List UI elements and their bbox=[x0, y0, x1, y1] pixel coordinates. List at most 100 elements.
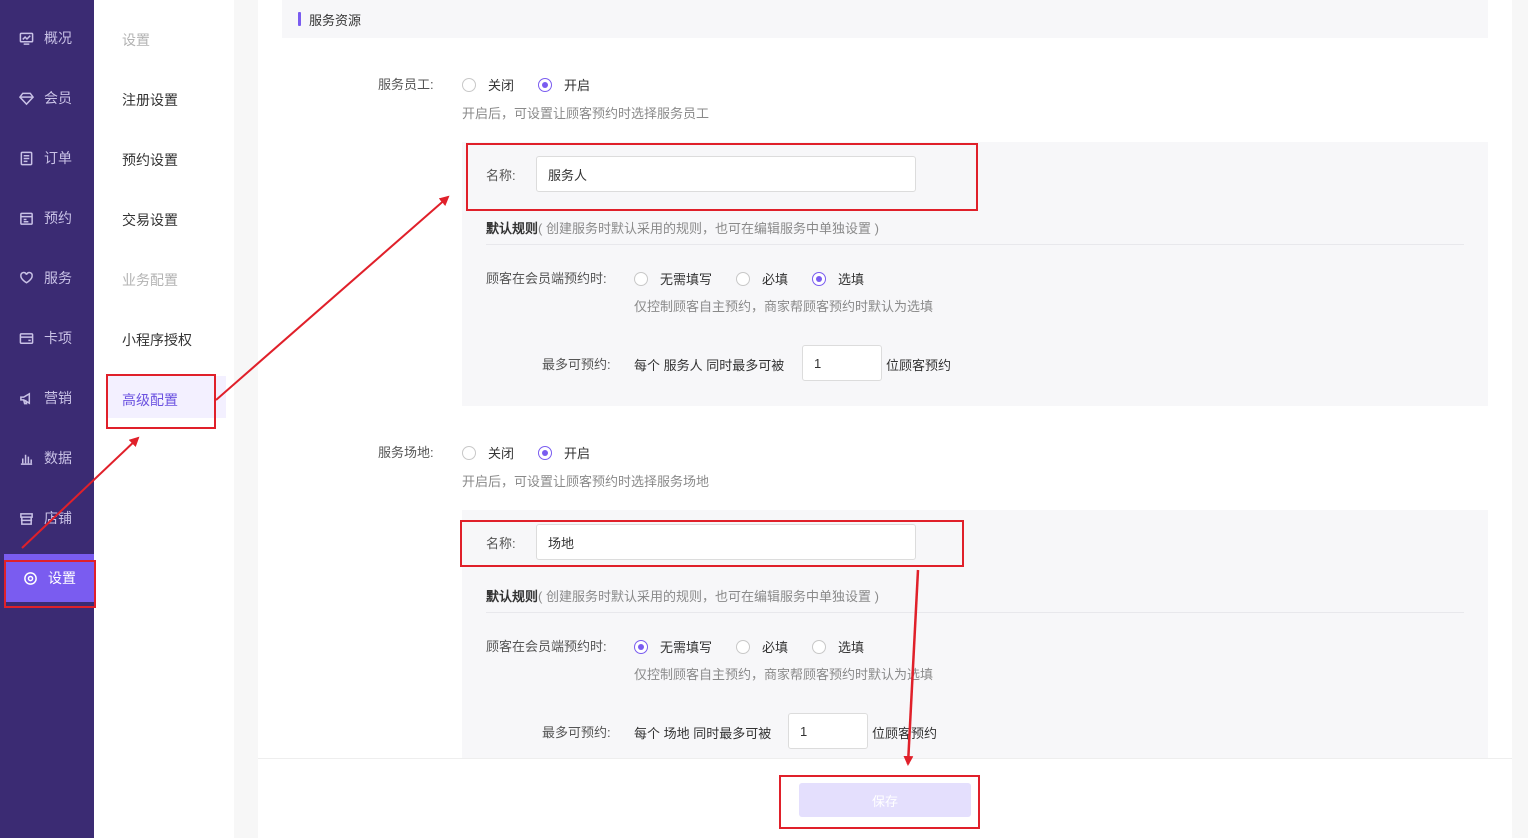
venue-max-label: 最多可预约: bbox=[542, 725, 611, 740]
staff-max-prefix: 每个 服务人 同时最多可被 bbox=[634, 358, 785, 373]
save-button[interactable]: 保存 bbox=[799, 783, 971, 817]
rule-title-text: 默认规则 bbox=[486, 221, 539, 236]
nav-item-members[interactable]: 会员 bbox=[0, 74, 94, 122]
venue-max-prefix: 每个 场地 同时最多可被 bbox=[634, 726, 772, 741]
venue-radio-off[interactable]: 关闭 bbox=[462, 443, 514, 462]
primary-sidebar: 概况 会员 订单 预约 服务 卡项 营销 数据 店铺 设置 bbox=[0, 0, 94, 838]
venue-name-input[interactable] bbox=[536, 524, 916, 560]
nav-label: 设置 bbox=[48, 570, 76, 586]
radio-dot bbox=[736, 271, 751, 286]
subnav-item-advanced[interactable]: 高级配置 bbox=[122, 390, 178, 410]
subnav-item-miniprogram-auth[interactable]: 小程序授权 bbox=[122, 330, 192, 350]
subnav-group-settings: 设置 bbox=[122, 32, 150, 48]
staff-name-input[interactable] bbox=[536, 156, 916, 192]
venue-member-radio-required[interactable]: 必填 bbox=[736, 637, 788, 656]
staff-max-input[interactable] bbox=[802, 345, 882, 381]
staff-toggle: 关闭 开启 bbox=[462, 75, 614, 94]
heart-hand-icon bbox=[18, 270, 34, 286]
radio-label: 必填 bbox=[762, 640, 789, 655]
nav-label: 预约 bbox=[44, 210, 72, 226]
bar-chart-icon bbox=[18, 450, 34, 466]
staff-rule-title: 默认规则( 创建服务时默认采用的规则，也可在编辑服务中单独设置 ) bbox=[486, 218, 879, 237]
diamond-icon bbox=[18, 90, 34, 106]
venue-radio-on[interactable]: 开启 bbox=[538, 443, 590, 462]
rule-title-text: 默认规则 bbox=[486, 589, 539, 604]
nav-label: 数据 bbox=[44, 450, 72, 466]
section-title: 服务资源 bbox=[309, 12, 362, 28]
list-icon bbox=[18, 150, 34, 166]
nav-item-services[interactable]: 服务 bbox=[0, 254, 94, 302]
radio-dot bbox=[462, 77, 476, 92]
subnav-item-booking-settings[interactable]: 预约设置 bbox=[122, 150, 178, 170]
radio-label: 关闭 bbox=[488, 446, 515, 461]
rule-desc: ( 创建服务时默认采用的规则，也可在编辑服务中单独设置 ) bbox=[538, 221, 879, 236]
radio-label: 必填 bbox=[762, 272, 789, 287]
staff-max-suffix: 位顾客预约 bbox=[886, 358, 952, 373]
nav-item-orders[interactable]: 订单 bbox=[0, 134, 94, 182]
staff-label: 服务员工: bbox=[378, 77, 434, 92]
venue-member-radio-optional[interactable]: 选填 bbox=[812, 637, 864, 656]
staff-panel: 名称: 默认规则( 创建服务时默认采用的规则，也可在编辑服务中单独设置 ) 顾客… bbox=[462, 142, 1488, 406]
nav-label: 概况 bbox=[44, 30, 72, 46]
nav-item-settings[interactable]: 设置 bbox=[4, 554, 94, 602]
staff-radio-off[interactable]: 关闭 bbox=[462, 75, 514, 94]
section-header: 服务资源 bbox=[282, 0, 1488, 38]
secondary-sidebar: 设置 注册设置 预约设置 交易设置 业务配置 小程序授权 高级配置 bbox=[94, 0, 234, 838]
radio-dot bbox=[538, 445, 553, 460]
radio-label: 选填 bbox=[838, 640, 865, 655]
monitor-icon bbox=[18, 30, 34, 46]
staff-member-radio-required[interactable]: 必填 bbox=[736, 269, 788, 288]
venue-max-input[interactable] bbox=[788, 713, 868, 749]
subnav-item-registration[interactable]: 注册设置 bbox=[122, 90, 178, 110]
radio-label: 关闭 bbox=[488, 78, 515, 93]
footer-bar: 保存 bbox=[258, 758, 1512, 838]
settings-form: 服务资源 服务员工: 关闭 开启 开启后，可设置让顾客预约时选择服务员工 名称:… bbox=[258, 0, 1512, 760]
nav-label: 服务 bbox=[44, 270, 72, 286]
nav-item-data[interactable]: 数据 bbox=[0, 434, 94, 482]
radio-dot bbox=[538, 77, 553, 92]
rule-desc: ( 创建服务时默认采用的规则，也可在编辑服务中单独设置 ) bbox=[538, 589, 879, 604]
radio-dot bbox=[462, 445, 476, 460]
nav-label: 营销 bbox=[44, 390, 72, 406]
venue-rule-title: 默认规则( 创建服务时默认采用的规则，也可在编辑服务中单独设置 ) bbox=[486, 586, 879, 605]
scrollbar[interactable] bbox=[1528, 0, 1536, 838]
staff-hint: 开启后，可设置让顾客预约时选择服务员工 bbox=[462, 106, 710, 121]
staff-member-options: 无需填写 必填 选填 bbox=[634, 269, 888, 288]
nav-item-store[interactable]: 店铺 bbox=[0, 494, 94, 542]
calendar-icon bbox=[18, 210, 34, 226]
staff-radio-on[interactable]: 开启 bbox=[538, 75, 590, 94]
divider bbox=[486, 612, 1464, 613]
section-accent-bar bbox=[298, 12, 301, 26]
venue-member-radio-none[interactable]: 无需填写 bbox=[634, 637, 712, 656]
card-icon bbox=[18, 330, 34, 346]
venue-name-label: 名称: bbox=[486, 536, 516, 551]
venue-member-hint: 仅控制顾客自主预约，商家帮顾客预约时默认为选填 bbox=[634, 667, 934, 682]
main-area: 服务资源 服务员工: 关闭 开启 开启后，可设置让顾客预约时选择服务员工 名称:… bbox=[234, 0, 1536, 838]
staff-member-label: 顾客在会员端预约时: bbox=[486, 271, 607, 286]
divider bbox=[486, 244, 1464, 245]
megaphone-icon bbox=[18, 390, 34, 406]
radio-dot bbox=[736, 639, 751, 654]
venue-label: 服务场地: bbox=[378, 445, 434, 460]
nav-label: 订单 bbox=[44, 150, 72, 166]
staff-member-radio-none[interactable]: 无需填写 bbox=[634, 269, 712, 288]
radio-label: 开启 bbox=[564, 446, 591, 461]
nav-label: 卡项 bbox=[44, 330, 72, 346]
staff-max-label: 最多可预约: bbox=[542, 357, 611, 372]
venue-max-suffix: 位顾客预约 bbox=[872, 726, 938, 741]
staff-member-radio-optional[interactable]: 选填 bbox=[812, 269, 864, 288]
radio-dot bbox=[812, 639, 827, 654]
nav-item-cards[interactable]: 卡项 bbox=[0, 314, 94, 362]
radio-label: 选填 bbox=[838, 272, 865, 287]
nav-item-overview[interactable]: 概况 bbox=[0, 14, 94, 62]
subnav-item-trade-settings[interactable]: 交易设置 bbox=[122, 210, 178, 230]
nav-label: 会员 bbox=[44, 90, 72, 106]
venue-hint: 开启后，可设置让顾客预约时选择服务场地 bbox=[462, 474, 710, 489]
nav-item-booking[interactable]: 预约 bbox=[0, 194, 94, 242]
nav-item-marketing[interactable]: 营销 bbox=[0, 374, 94, 422]
staff-name-label: 名称: bbox=[486, 168, 516, 183]
radio-dot bbox=[812, 271, 827, 286]
venue-toggle: 关闭 开启 bbox=[462, 443, 614, 462]
radio-dot bbox=[634, 271, 648, 286]
staff-member-hint: 仅控制顾客自主预约，商家帮顾客预约时默认为选填 bbox=[634, 299, 934, 314]
